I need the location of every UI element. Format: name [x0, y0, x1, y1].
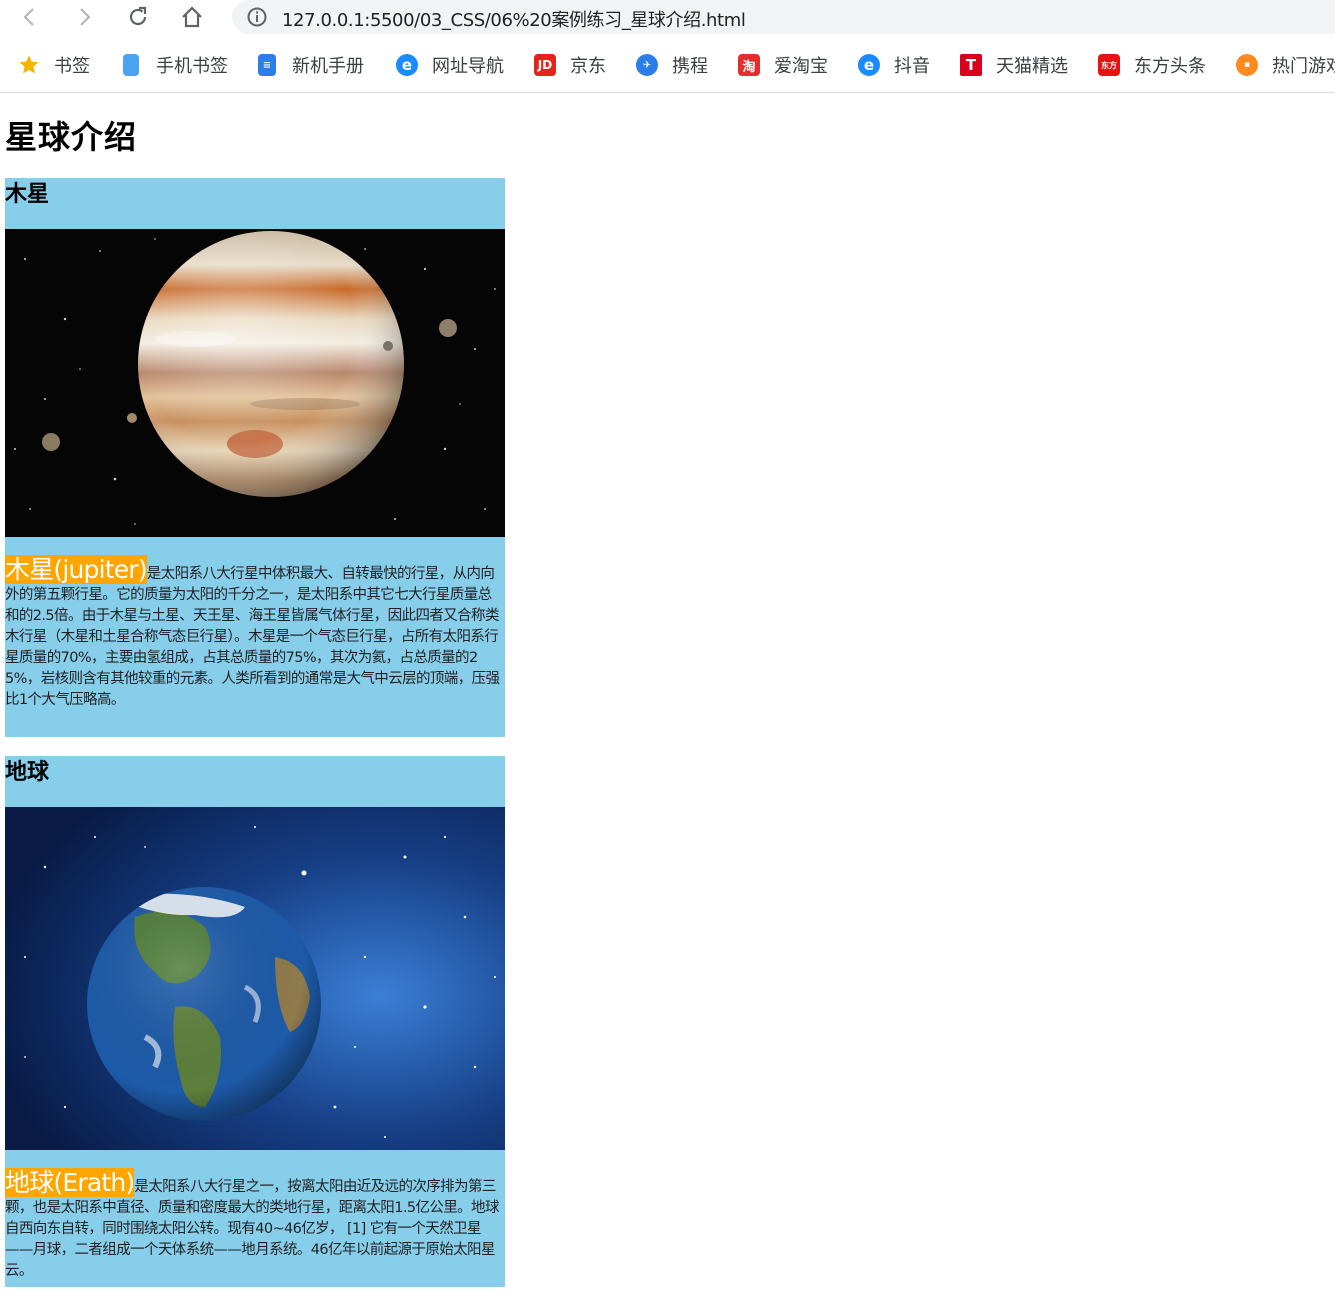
back-arrow-icon [23, 8, 34, 26]
browser-toolbar: 127.0.0.1:5500/03_CSS/06%20案例练习_星球介绍.htm… [0, 0, 1335, 36]
ie-icon: e [858, 54, 880, 76]
bookmark-label: 东方头条 [1134, 56, 1206, 77]
jupiter-image [5, 229, 505, 537]
planet-description: 地球(Erath)是太阳系八大行星之一，按离太阳由近及远的次序排为第三颗，也是太… [5, 1150, 505, 1282]
ie-icon: e [396, 54, 418, 76]
bookmark-item[interactable]: JD 京东 [534, 52, 606, 78]
bookmark-item[interactable]: e 抖音 [858, 52, 930, 78]
tmall-icon: T [960, 54, 982, 76]
bookmark-item[interactable]: ≡ 新机手册 [258, 52, 364, 78]
bookmark-label: 热门游戏 [1272, 56, 1335, 77]
reload-button[interactable] [118, 0, 158, 34]
page-title: 星球介绍 [5, 118, 138, 156]
taobao-icon: 淘 [738, 54, 760, 76]
dongfang-icon: 东方 [1098, 54, 1120, 76]
planet-card: 地球 地球(Erath)是太阳系八大行星之一，按离太阳由近及远的次序排为第三颗，… [5, 756, 505, 1287]
chrome-divider [0, 92, 1335, 93]
bookmark-label: 携程 [672, 56, 708, 77]
bookmark-label: 天猫精选 [996, 56, 1068, 77]
planet-text: 是太阳系八大行星中体积最大、自转最快的行星，从内向外的第五颗行星。它的质量为太阳… [5, 566, 500, 708]
url-text[interactable]: 127.0.0.1:5500/03_CSS/06%20案例练习_星球介绍.htm… [282, 6, 746, 32]
bookmark-item[interactable]: e 网址导航 [396, 52, 504, 78]
reload-icon [129, 6, 147, 26]
planet-card: 木星 木星(jupiter)是太阳系八大行星中体积最大、自转最快的行星，从内向外… [5, 178, 505, 737]
bookmark-item[interactable]: T 天猫精选 [960, 52, 1068, 78]
bookmark-label: 京东 [570, 56, 606, 77]
bookmark-label: 网址导航 [432, 56, 504, 77]
game-icon: ▪ [1236, 54, 1258, 76]
bookmark-item[interactable]: ▪ 热门游戏 [1236, 52, 1335, 78]
home-button[interactable] [172, 0, 212, 34]
star-icon [18, 54, 40, 76]
phone-icon [123, 54, 139, 76]
forward-button[interactable] [64, 0, 104, 34]
bookmark-item[interactable]: 手机书签 [120, 52, 228, 78]
earth-image [5, 807, 505, 1150]
forward-arrow-icon [80, 8, 91, 26]
bookmark-item[interactable]: 书签 [18, 52, 90, 78]
bookmark-label: 抖音 [894, 56, 930, 77]
bookmark-label: 手机书签 [156, 56, 228, 77]
address-bar[interactable]: 127.0.0.1:5500/03_CSS/06%20案例练习_星球介绍.htm… [232, 0, 1335, 34]
planet-name: 木星 [5, 182, 50, 207]
jd-icon: JD [534, 54, 556, 76]
planet-description: 木星(jupiter)是太阳系八大行星中体积最大、自转最快的行星，从内向外的第五… [5, 537, 505, 711]
planet-tag: 木星(jupiter) [5, 555, 148, 584]
manual-icon: ≡ [258, 54, 276, 76]
planet-name: 地球 [5, 760, 50, 785]
bookmarks-bar: 书签 手机书签 ≡ 新机手册 e 网址导航 JD 京东 ✈ 携程 淘 爱淘宝 e… [0, 44, 1335, 84]
home-icon [182, 6, 202, 28]
bookmark-item[interactable]: 淘 爱淘宝 [738, 52, 828, 78]
planet-tag: 地球(Erath) [5, 1168, 135, 1197]
info-icon[interactable] [246, 6, 268, 28]
bookmark-item[interactable]: 东方 东方头条 [1098, 52, 1206, 78]
bookmark-label: 爱淘宝 [774, 56, 828, 77]
ctrip-icon: ✈ [636, 54, 658, 76]
bookmark-label: 新机手册 [292, 56, 364, 77]
bookmark-label: 书签 [54, 56, 90, 77]
bookmark-item[interactable]: ✈ 携程 [636, 52, 708, 78]
back-button[interactable] [10, 0, 50, 34]
